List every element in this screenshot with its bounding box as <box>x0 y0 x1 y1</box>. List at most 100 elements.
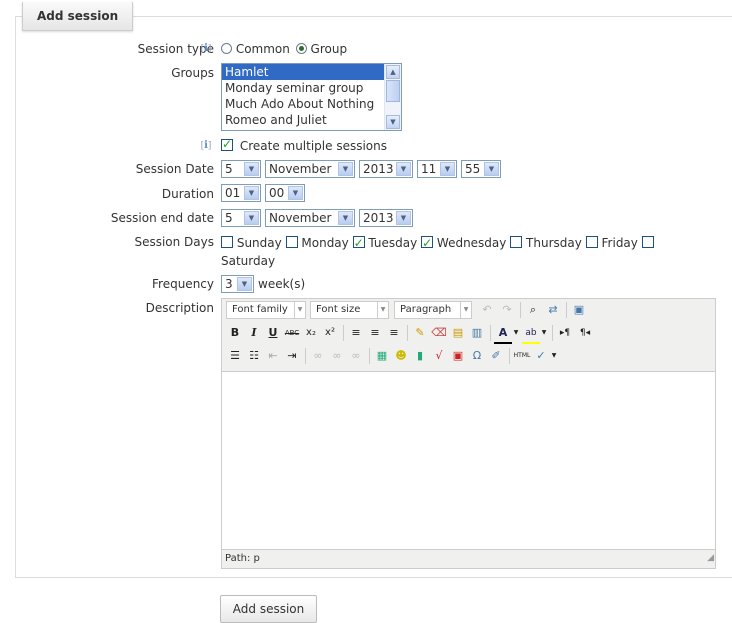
duration-minutes-select[interactable]: 00 ▼ <box>265 184 305 202</box>
day-tuesday-checkbox[interactable] <box>352 234 365 252</box>
chevron-down-icon: ▼ <box>338 162 353 176</box>
paste-text-icon[interactable]: ▤ <box>449 324 467 342</box>
link-icon[interactable]: ∞ <box>309 347 327 365</box>
day-saturday-label: Saturday <box>221 254 276 268</box>
group-option-much-ado[interactable]: Much Ado About Nothing <box>222 96 401 112</box>
fullscreen-icon[interactable]: ▣ <box>570 301 588 319</box>
cleanup-icon[interactable]: ✎ <box>411 324 429 342</box>
resize-grip-icon[interactable]: ◢ <box>707 549 714 567</box>
duration-hours-select[interactable]: 01 ▼ <box>221 184 261 202</box>
editor-path-text: Path: p <box>225 553 260 564</box>
rtl-icon[interactable]: ¶◂ <box>576 324 594 342</box>
create-multiple-checkbox[interactable] <box>221 137 233 151</box>
highlight-icon[interactable]: ab <box>522 324 540 344</box>
superscript-icon[interactable]: x² <box>321 324 339 342</box>
numbered-list-icon[interactable]: ☷ <box>245 347 263 365</box>
text-color-icon[interactable]: A <box>494 324 512 344</box>
ltr-icon[interactable]: ▸¶ <box>556 324 574 342</box>
groups-scrollbar[interactable]: ▲ ▼ <box>384 64 401 130</box>
toolbar-separator <box>343 325 344 341</box>
align-center-icon[interactable]: ≡ <box>366 324 384 342</box>
day-saturday-checkbox[interactable] <box>641 236 654 248</box>
paste-word-icon[interactable]: ▥ <box>468 324 486 342</box>
outdent-icon[interactable]: ⇤ <box>264 347 282 365</box>
font-size-select[interactable]: Font size ▼ <box>310 301 389 319</box>
day-monday-checkbox[interactable] <box>285 236 298 248</box>
fieldset-legend[interactable]: Add session <box>22 2 134 31</box>
groups-listbox[interactable]: Hamlet Monday seminar group Much Ado Abo… <box>221 63 402 131</box>
radio-group-label: Group <box>310 42 348 56</box>
editor-content-area[interactable] <box>222 371 715 550</box>
toolbar-separator <box>305 348 306 364</box>
indent-icon[interactable]: ⇥ <box>283 347 301 365</box>
bullet-list-icon[interactable]: ☰ <box>226 347 244 365</box>
media-icon[interactable]: ▮ <box>411 347 429 365</box>
scroll-thumb[interactable] <box>386 80 400 102</box>
radio-common[interactable] <box>221 43 232 54</box>
end-month-select[interactable]: November ▼ <box>265 209 355 227</box>
scroll-down-icon[interactable]: ▼ <box>386 115 400 129</box>
find-icon[interactable]: ⌕ <box>524 301 542 319</box>
toolbar-separator <box>509 348 510 364</box>
group-option-hamlet[interactable]: Hamlet <box>222 64 401 80</box>
day-wednesday-label: Wednesday <box>436 236 507 250</box>
strikethrough-icon[interactable]: ABC <box>283 324 301 342</box>
chevron-down-icon[interactable]: ▼ <box>540 324 548 342</box>
end-year-select[interactable]: 2013 ▼ <box>359 209 413 227</box>
day-sunday-checkbox[interactable] <box>221 236 233 248</box>
bold-icon[interactable]: B <box>226 324 244 342</box>
edit-table-icon[interactable]: ✐ <box>487 347 505 365</box>
chevron-down-icon: ▼ <box>440 162 455 176</box>
moodle-media-icon[interactable]: ▣ <box>449 347 467 365</box>
underline-icon[interactable]: U <box>264 324 282 342</box>
equation-icon[interactable]: √ <box>430 347 448 365</box>
end-day-select[interactable]: 5 ▼ <box>221 209 261 227</box>
day-wednesday-checkbox[interactable] <box>421 234 434 252</box>
day-thursday-checkbox[interactable] <box>510 236 523 248</box>
session-type-help-icon[interactable]: i <box>200 43 212 55</box>
font-family-select[interactable]: Font family ▼ <box>226 301 306 319</box>
undo-icon[interactable]: ↶ <box>478 301 496 319</box>
align-right-icon[interactable]: ≡ <box>385 324 403 342</box>
anchor-icon[interactable]: ∞ <box>347 347 365 365</box>
emoticon-icon[interactable]: ☻ <box>392 347 410 365</box>
special-char-icon[interactable]: Ω <box>468 347 486 365</box>
session-type-radios: Common Group <box>221 42 347 56</box>
italic-icon[interactable]: I <box>245 324 263 342</box>
chevron-down-icon[interactable]: ▼ <box>512 324 520 342</box>
chevron-down-icon: ▼ <box>396 162 411 176</box>
session-month-value: November <box>269 162 332 176</box>
session-hour-value: 11 <box>421 162 437 176</box>
chevron-down-icon: ▼ <box>288 186 303 200</box>
subscript-icon[interactable]: x₂ <box>302 324 320 342</box>
frequency-select[interactable]: 3 ▼ <box>221 275 254 293</box>
redo-icon[interactable]: ↷ <box>498 301 516 319</box>
replace-icon[interactable]: ⇄ <box>544 301 562 319</box>
image-icon[interactable]: ▦ <box>373 347 391 365</box>
session-days-group: Sunday Monday Tuesday Wednesday Thursday… <box>221 234 681 270</box>
day-friday-checkbox[interactable] <box>585 236 598 248</box>
chevron-down-icon[interactable]: ▼ <box>550 347 558 365</box>
description-editor: Font family ▼ Font size ▼ Paragraph ▼ ↶ ↷ ⌕… <box>221 298 716 569</box>
session-year-select[interactable]: 2013 ▼ <box>359 160 413 178</box>
radio-group[interactable] <box>295 43 307 54</box>
remove-format-icon[interactable]: ⌫ <box>430 324 448 342</box>
scroll-up-icon[interactable]: ▲ <box>386 65 400 79</box>
group-option-romeo[interactable]: Romeo and Juliet <box>222 112 401 128</box>
chevron-down-icon: ▼ <box>484 162 499 176</box>
session-date-label: Session Date <box>135 162 214 176</box>
group-option-monday[interactable]: Monday seminar group <box>222 80 401 96</box>
multiple-help-icon[interactable]: i <box>200 140 212 152</box>
session-hour-select[interactable]: 11 ▼ <box>417 160 457 178</box>
html-source-icon[interactable]: HTML <box>513 347 531 365</box>
session-month-select[interactable]: November ▼ <box>265 160 355 178</box>
session-minute-select[interactable]: 55 ▼ <box>461 160 501 178</box>
align-left-icon[interactable]: ≡ <box>347 324 365 342</box>
unlink-icon[interactable]: ∞ <box>328 347 346 365</box>
session-day-select[interactable]: 5 ▼ <box>221 160 261 178</box>
add-session-button[interactable]: Add session <box>220 595 317 623</box>
chevron-down-icon: ▼ <box>460 302 471 318</box>
format-select[interactable]: Paragraph ▼ <box>394 301 472 319</box>
duration-label: Duration <box>161 187 214 201</box>
spellcheck-icon[interactable]: ✓ <box>532 347 550 365</box>
